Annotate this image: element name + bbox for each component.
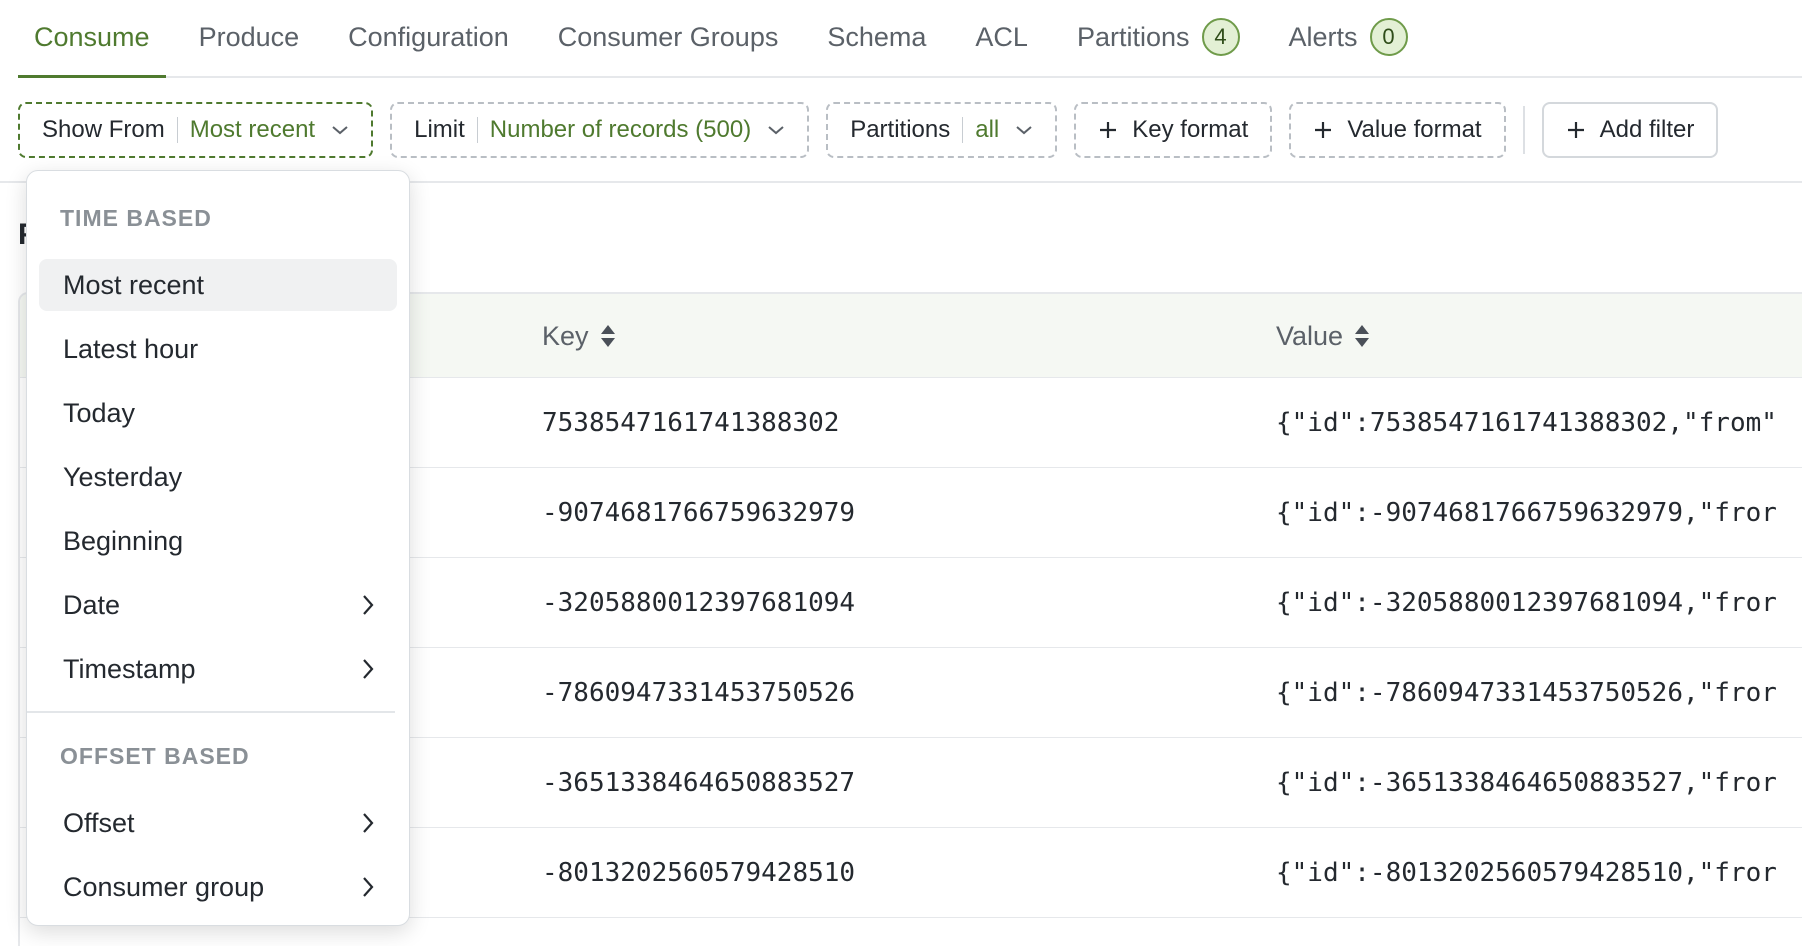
menu-item-yesterday[interactable]: Yesterday: [39, 451, 397, 503]
menu-item-date[interactable]: Date: [39, 579, 397, 631]
menu-item-label: Beginning: [63, 525, 184, 556]
tab-label: ACL: [975, 21, 1028, 52]
add-filter-button[interactable]: Add filter: [1541, 102, 1719, 158]
topic-tabs: Consume Produce Configuration Consumer G…: [18, 0, 1802, 78]
show-from-dropdown: TIME BASED Most recent Latest hour Today…: [26, 170, 410, 926]
tab-label: Consume: [34, 21, 150, 52]
key-cell: -3205880012397681094: [542, 588, 856, 618]
key-cell: -8013202560579428510: [542, 858, 856, 888]
show-from-filter[interactable]: Show From Most recent: [18, 102, 374, 158]
key-cell: -9074681766759632979: [542, 498, 856, 528]
tab-label: Partitions: [1076, 21, 1190, 52]
alerts-count-badge: 0: [1369, 18, 1408, 56]
menu-item-label: Most recent: [63, 269, 205, 300]
limit-filter[interactable]: Limit Number of records (500): [390, 102, 810, 158]
value-cell: {"id":-9074681766759632979,"fror: [1276, 498, 1777, 528]
value-cell: {"id":-7860947331453750526,"fror: [1276, 678, 1777, 708]
key-cell: -3651338464650883527: [542, 768, 856, 798]
tab-partitions[interactable]: Partitions 4: [1061, 0, 1256, 76]
column-label: Value: [1276, 320, 1344, 351]
add-filter-label: Add filter: [1599, 116, 1695, 143]
plus-icon: [1566, 120, 1586, 140]
tab-produce[interactable]: Produce: [183, 0, 316, 76]
plus-icon: [1313, 120, 1333, 140]
menu-item-label: Consumer group: [63, 871, 265, 902]
chevron-down-icon: [1015, 124, 1033, 136]
menu-item-offset[interactable]: Offset: [39, 797, 397, 849]
tab-schema[interactable]: Schema: [811, 0, 942, 76]
tab-label: Configuration: [348, 21, 509, 52]
tab-label: Produce: [198, 21, 300, 52]
menu-item-beginning[interactable]: Beginning: [39, 515, 397, 567]
filter-value: Most recent: [189, 116, 316, 143]
tab-label: Schema: [827, 21, 927, 52]
sort-icon[interactable]: [599, 323, 617, 349]
menu-item-latest-hour[interactable]: Latest hour: [39, 323, 397, 375]
tab-label: Consumer Groups: [557, 21, 779, 52]
tab-alerts[interactable]: Alerts 0: [1273, 0, 1424, 76]
filter-divider: [1522, 106, 1525, 154]
tab-label: Alerts: [1288, 21, 1358, 52]
menu-item-label: Yesterday: [63, 461, 183, 492]
menu-item-most-recent[interactable]: Most recent: [39, 259, 397, 311]
value-cell: {"id":7538547161741388302,"from": [1276, 408, 1777, 438]
menu-item-label: Offset: [63, 807, 135, 838]
filter-label: Partitions: [850, 116, 951, 143]
chevron-right-icon: [361, 875, 375, 899]
menu-item-today[interactable]: Today: [39, 387, 397, 439]
tab-acl[interactable]: ACL: [959, 0, 1044, 76]
value-cell: {"id":-3651338464650883527,"fror: [1276, 768, 1777, 798]
partitions-filter[interactable]: Partitions all: [826, 102, 1058, 158]
filter-label: Show From: [42, 116, 165, 143]
plus-icon: [1098, 120, 1118, 140]
menu-item-label: Today: [63, 397, 136, 428]
menu-item-label: Timestamp: [63, 653, 196, 684]
filter-bar: Show From Most recent Limit Number of re…: [18, 102, 1802, 158]
tab-consumer-groups[interactable]: Consumer Groups: [542, 0, 795, 76]
value-format-button[interactable]: Value format: [1289, 102, 1506, 158]
chevron-right-icon: [361, 657, 375, 681]
partitions-count-badge: 4: [1201, 18, 1240, 56]
value-cell: {"id":-8013202560579428510,"fror: [1276, 858, 1777, 888]
chevron-right-icon: [361, 593, 375, 617]
chevron-down-icon: [767, 124, 785, 136]
value-cell: {"id":-3205880012397681094,"fror: [1276, 588, 1777, 618]
filter-value: Number of records (500): [489, 116, 752, 143]
menu-item-timestamp[interactable]: Timestamp: [39, 643, 397, 695]
filter-separator: [476, 117, 478, 143]
column-label: Key: [542, 320, 589, 351]
filter-separator: [962, 117, 964, 143]
sort-icon[interactable]: [1353, 323, 1371, 349]
time-based-heading: TIME BASED: [60, 205, 212, 231]
value-format-label: Value format: [1347, 116, 1482, 143]
filter-separator: [176, 117, 178, 143]
offset-based-heading: OFFSET BASED: [60, 743, 250, 769]
tab-configuration[interactable]: Configuration: [332, 0, 525, 76]
key-format-label: Key format: [1132, 116, 1249, 143]
key-cell: 7538547161741388302: [542, 408, 840, 438]
menu-divider: [27, 711, 395, 713]
menu-item-label: Date: [63, 589, 121, 620]
filter-value: all: [975, 116, 1000, 143]
chevron-down-icon: [331, 124, 349, 136]
column-header-value[interactable]: Value: [1276, 294, 1371, 378]
tab-consume[interactable]: Consume: [18, 0, 166, 78]
consume-page: Consume Produce Configuration Consumer G…: [0, 0, 1802, 946]
menu-item-label: Latest hour: [63, 333, 199, 364]
chevron-right-icon: [361, 811, 375, 835]
column-header-key[interactable]: Key: [542, 294, 617, 378]
menu-item-consumer-group[interactable]: Consumer group: [39, 861, 397, 913]
filter-label: Limit: [414, 116, 465, 143]
key-cell: -7860947331453750526: [542, 678, 856, 708]
key-format-button[interactable]: Key format: [1074, 102, 1273, 158]
